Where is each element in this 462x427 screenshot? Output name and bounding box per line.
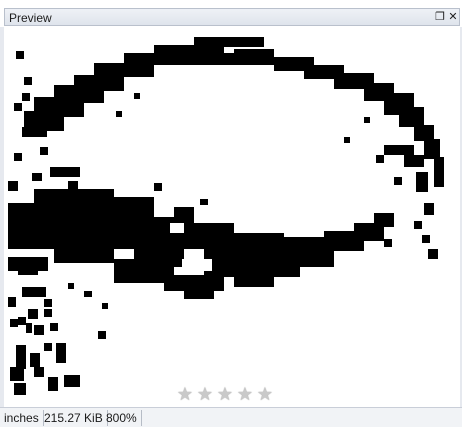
star-icon[interactable]: ★	[236, 385, 254, 403]
star-icon[interactable]: ★	[176, 385, 194, 403]
units-label: inches	[0, 410, 44, 426]
image-preview[interactable]	[4, 27, 460, 407]
star-icon[interactable]: ★	[256, 385, 274, 403]
file-size-label: 215.27 KiB	[40, 410, 108, 426]
close-icon[interactable]: ✕	[446, 10, 460, 24]
star-rating[interactable]: ★ ★ ★ ★ ★	[176, 385, 274, 407]
preview-panel-tab[interactable]: Preview ❐ ✕	[4, 8, 460, 26]
star-icon[interactable]: ★	[196, 385, 214, 403]
panel-title: Preview	[9, 11, 52, 25]
status-bar: inches 215.27 KiB 800%	[0, 407, 462, 427]
star-icon[interactable]: ★	[216, 385, 234, 403]
zoom-level-label: 800%	[102, 410, 142, 426]
panel-header: Preview ❐ ✕	[0, 0, 462, 27]
zoomed-pixel-image	[8, 37, 444, 395]
restore-window-icon[interactable]: ❐	[433, 10, 447, 24]
